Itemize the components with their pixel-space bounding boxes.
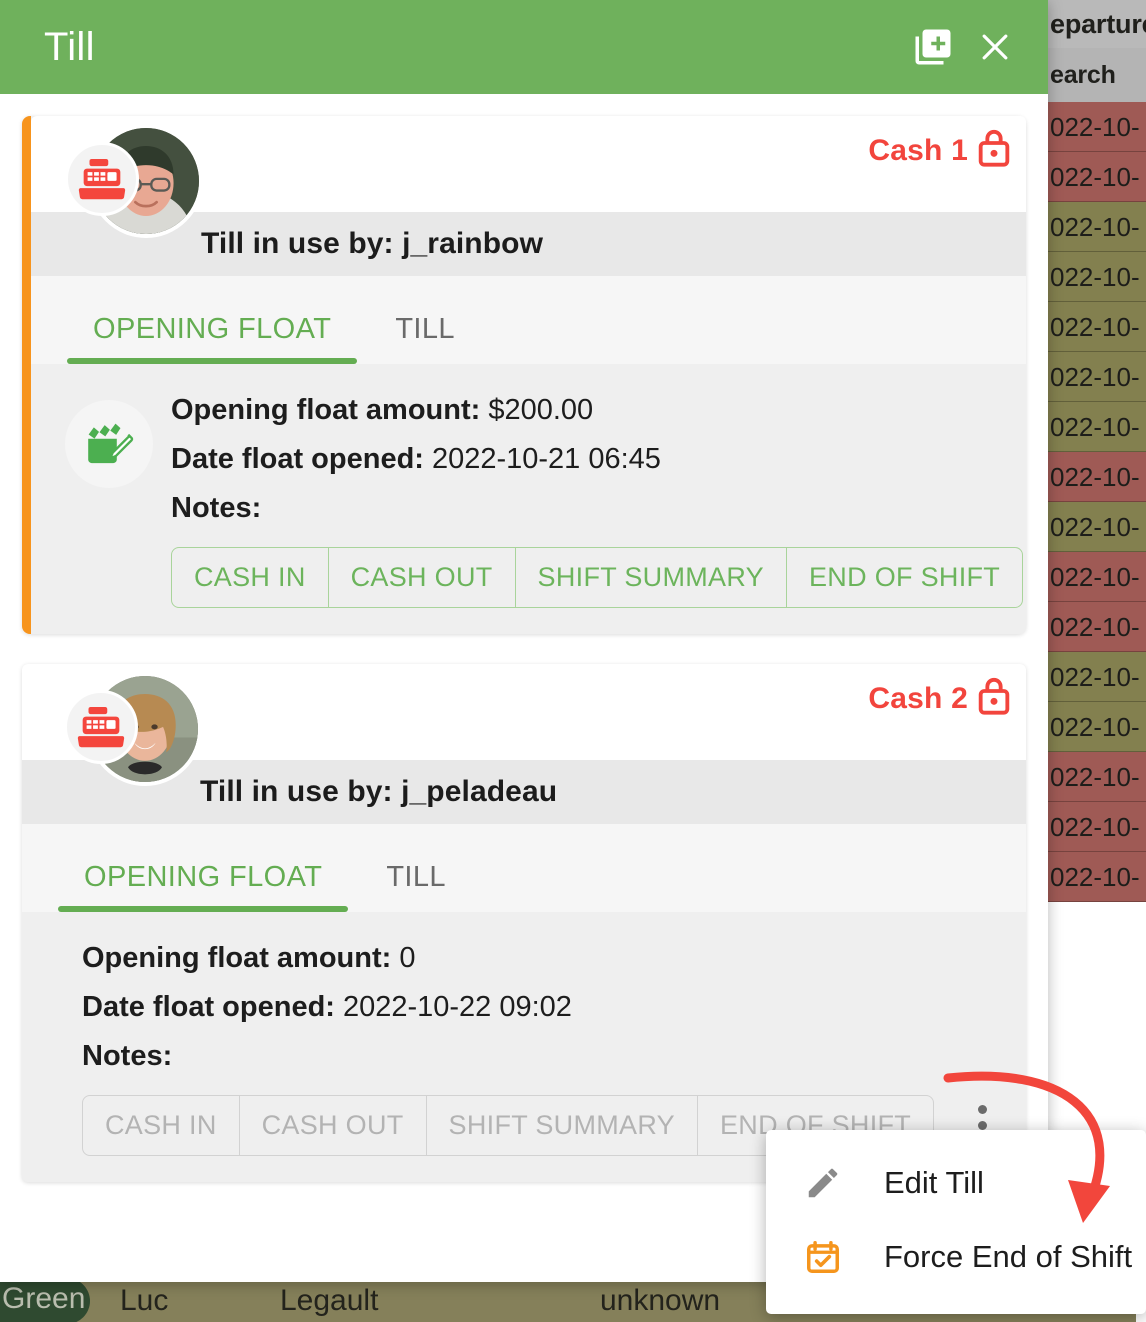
till-card-header: Cash 2 [22,664,1026,786]
float-field: Date float opened: 2022-10-22 09:02 [82,991,1008,1024]
field-label: Notes: [82,1040,173,1072]
float-field: Opening float amount: $200.00 [171,394,1048,427]
bg-table-row: 022-10- [1048,702,1146,752]
bg-table-row: 022-10- [1048,852,1146,902]
float-fields: Opening float amount: 0 Date float opened:… [82,940,1008,1156]
opening-float-panel: Opening float amount: $200.00 Date float o… [31,364,1026,634]
till-tabs: OPENING FLOAT TILL [31,276,1026,364]
float-field: Date float opened: 2022-10-21 06:45 [171,443,1048,476]
bg-table-row: 022-10- [1048,552,1146,602]
dialog-body: Cash 1 Till in use by: j_rainbow OPENING F… [0,94,1048,1282]
field-value: $200.00 [488,394,594,426]
till-tabs: OPENING FLOAT TILL [22,824,1026,912]
bg-table-row: 022-10- [1048,802,1146,852]
field-label: Date float opened: [171,443,424,475]
menu-item-label: Force End of Shift [884,1239,1133,1274]
bg-table-row: 022-10- [1048,602,1146,652]
till-action-row: CASH IN CASH OUT SHIFT SUMMARY END OF SHIFT [171,547,1048,608]
bg-table-row: 022-10- [1048,402,1146,452]
pencil-icon [800,1160,846,1206]
bg-table-row: 022-10- [1048,502,1146,552]
bg-cell-first-name: Luc [120,1284,169,1317]
bg-table-row: 022-10- [1048,152,1146,202]
float-field: Opening float amount: 0 [82,942,1008,975]
cash-out-button[interactable]: CASH OUT [329,548,516,607]
field-label: Notes: [171,492,262,524]
till-list: Cash 1 Till in use by: j_rainbow OPENING F… [22,116,1026,1182]
field-value: 2022-10-21 06:45 [431,443,661,475]
end-of-shift-button[interactable]: END OF SHIFT [787,548,1022,607]
shift-summary-button: SHIFT SUMMARY [427,1096,698,1155]
till-card: Cash 1 Till in use by: j_rainbow OPENING F… [22,116,1026,634]
background-table: eparture earch 022-10- 022-10- 022-10- 022-… [1048,0,1146,1282]
field-value: 2022-10-22 09:02 [342,991,572,1023]
bg-table-row: 022-10- [1048,652,1146,702]
menu-item-force-end-of-shift[interactable]: Force End of Shift [766,1220,1146,1294]
bg-table-row: 022-10- [1048,352,1146,402]
till-dialog: Till Cash 1 Till in use by: j_rainbow OPEN… [0,0,1048,1282]
cash-register-label: Cash 2 [868,682,968,715]
bg-column-header-departure: eparture [1048,0,1146,48]
panel-content: Opening float amount: $200.00 Date float o… [57,392,1024,608]
bg-cell-last-name: Legault [280,1284,379,1317]
float-field: Notes: [171,492,1048,525]
till-in-use-by-label: Till in use by: j_rainbow [201,227,544,260]
float-field: Notes: [82,1040,1008,1073]
add-till-icon[interactable] [902,16,964,78]
float-fields: Opening float amount: $200.00 Date float o… [171,392,1048,608]
cash-in-button: CASH IN [83,1096,240,1155]
till-in-use-by-label: Till in use by: j_peladeau [200,775,558,808]
note-edit-icon [65,400,153,488]
cash-register-icon [64,690,138,764]
bg-table-row: 022-10- [1048,452,1146,502]
bg-table-row: 022-10- [1048,302,1146,352]
bg-status-badge-green: Green [0,1282,90,1322]
shift-summary-button[interactable]: SHIFT SUMMARY [516,548,787,607]
till-action-button-group: CASH IN CASH OUT SHIFT SUMMARY END OF SHIFT [171,547,1024,608]
bg-table-row: 022-10- [1048,102,1146,152]
field-label: Opening float amount: [171,394,481,426]
field-label: Opening float amount: [82,942,392,974]
avatar [65,124,203,238]
dialog-header: Till [0,0,1048,94]
bg-rows: 022-10- 022-10- 022-10- 022-10- 022-10- 022-1… [1048,102,1146,902]
bg-table-row: 022-10- [1048,252,1146,302]
tab-till[interactable]: TILL [357,313,493,364]
field-label: Date float opened: [82,991,335,1023]
cash-out-button: CASH OUT [240,1096,427,1155]
field-value: 0 [399,942,416,974]
cash-register-icon [65,142,139,216]
more-vert-icon[interactable] [1045,548,1048,608]
avatar [64,672,202,786]
till-context-menu: Edit Till Force End of Shift [766,1130,1146,1314]
till-card: Cash 2 Till in use by: j_peladeau OPENING … [22,664,1026,1182]
till-card-header: Cash 1 [31,116,1026,238]
screen: eparture earch 022-10- 022-10- 022-10- 022-… [0,0,1146,1322]
close-icon[interactable] [964,16,1026,78]
bg-table-row: 022-10- [1048,202,1146,252]
cash-in-button[interactable]: CASH IN [172,548,329,607]
menu-item-label: Edit Till [884,1165,984,1200]
bg-status-badge-label: Green [2,1282,86,1315]
panel-content: Opening float amount: 0 Date float opened:… [82,940,1000,1156]
bg-cell-unknown: unknown [600,1284,721,1317]
calendar-check-icon [800,1234,846,1280]
dialog-title: Till [44,24,95,69]
cash-register-label: Cash 1 [868,134,968,167]
bg-table-row: 022-10- [1048,752,1146,802]
lock-icon[interactable] [974,674,1014,718]
tab-till[interactable]: TILL [348,861,484,912]
menu-item-edit-till[interactable]: Edit Till [766,1146,1146,1220]
lock-icon[interactable] [974,126,1014,170]
bg-column-search: earch [1048,48,1146,102]
tab-opening-float[interactable]: OPENING FLOAT [67,313,358,364]
tab-opening-float[interactable]: OPENING FLOAT [58,861,349,912]
